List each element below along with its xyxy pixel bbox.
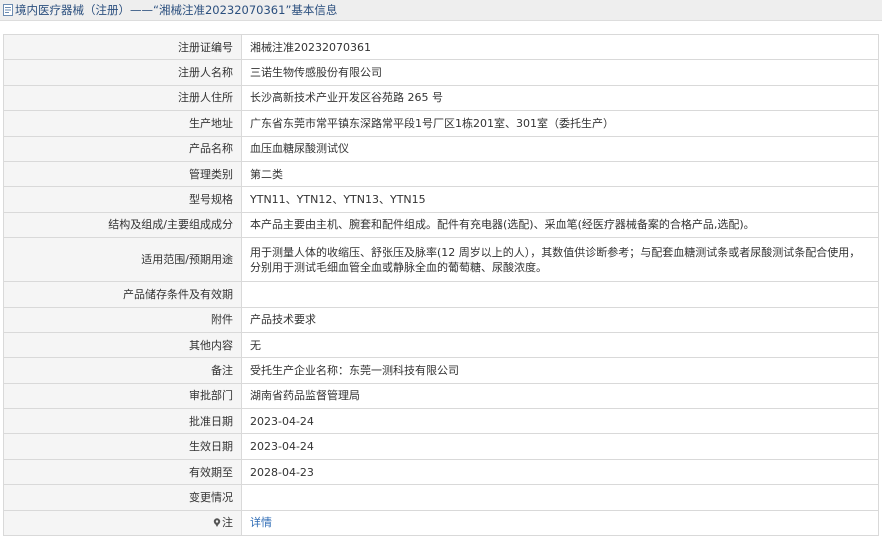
- row-value: [241, 484, 879, 511]
- row-label: 审批部门: [3, 382, 242, 410]
- table-row: 管理类别 第二类: [3, 160, 879, 188]
- table-row: 有效期至 2028-04-23: [3, 458, 879, 486]
- info-table: 注册证编号 湘械注准20232070361 注册人名称 三诺生物传感股份有限公司…: [3, 33, 879, 537]
- row-label: 其他内容: [3, 331, 242, 359]
- row-value: 本产品主要由主机、腕套和配件组成。配件有充电器(选配)、采血笔(经医疗器械备案的…: [241, 211, 879, 239]
- row-label: 管理类别: [3, 160, 242, 188]
- row-value: 2023-04-24: [241, 408, 879, 435]
- row-value: 无: [241, 331, 879, 359]
- table-row: 适用范围/预期用途 用于测量人体的收缩压、舒张压及脉率(12 周岁以上的人），其…: [3, 237, 879, 283]
- document-icon: [3, 4, 13, 16]
- table-row: 批准日期 2023-04-24: [3, 408, 879, 435]
- page-header: 境内医疗器械（注册）——“湘械注准20232070361”基本信息: [0, 0, 882, 21]
- row-label: 备注: [3, 357, 242, 384]
- row-value: 广东省东莞市常平镇东深路常平段1号厂区1栋201室、301室（委托生产）: [241, 110, 879, 137]
- row-label: 变更情况: [3, 484, 242, 511]
- row-value: 2023-04-24: [241, 433, 879, 460]
- table-row: 结构及组成/主要组成成分 本产品主要由主机、腕套和配件组成。配件有充电器(选配)…: [3, 211, 879, 239]
- table-row: 审批部门 湖南省药品监督管理局: [3, 382, 879, 410]
- note-label: 注: [222, 516, 233, 530]
- row-value: 长沙高新技术产业开发区谷苑路 265 号: [241, 84, 879, 112]
- table-row: 其他内容 无: [3, 331, 879, 359]
- page-title: 境内医疗器械（注册）——“湘械注准20232070361”基本信息: [15, 3, 338, 17]
- row-value: 第二类: [241, 160, 879, 188]
- row-label: 附件: [3, 306, 242, 333]
- row-value: 三诺生物传感股份有限公司: [241, 59, 879, 86]
- row-label: 注册证编号: [3, 33, 242, 61]
- row-value: 湖南省药品监督管理局: [241, 382, 879, 410]
- row-value: YTN11、YTN12、YTN13、YTN15: [241, 186, 879, 213]
- row-label: 适用范围/预期用途: [3, 237, 242, 283]
- table-row: 注册人名称 三诺生物传感股份有限公司: [3, 59, 879, 86]
- table-row: 产品名称 血压血糖尿酸测试仪: [3, 135, 879, 162]
- row-value: 2028-04-23: [241, 458, 879, 486]
- table-row: 注册证编号 湘械注准20232070361: [3, 33, 879, 61]
- row-label: 产品名称: [3, 135, 242, 162]
- row-label: 型号规格: [3, 186, 242, 213]
- row-value: 用于测量人体的收缩压、舒张压及脉率(12 周岁以上的人），其数值供诊断参考；与配…: [241, 237, 879, 283]
- row-value: 产品技术要求: [241, 306, 879, 333]
- row-label: 生效日期: [3, 433, 242, 460]
- table-row: 生产地址 广东省东莞市常平镇东深路常平段1号厂区1栋201室、301室（委托生产…: [3, 110, 879, 137]
- table-row: 产品储存条件及有效期: [3, 281, 879, 308]
- row-label: 注册人名称: [3, 59, 242, 86]
- row-value: 湘械注准20232070361: [241, 33, 879, 61]
- table-row: 备注 受托生产企业名称：东莞一测科技有限公司: [3, 357, 879, 384]
- note-value-cell: 详情: [241, 509, 879, 537]
- details-link[interactable]: 详情: [250, 516, 272, 529]
- table-row: 变更情况: [3, 484, 879, 511]
- row-value: [241, 281, 879, 308]
- row-label: 结构及组成/主要组成成分: [3, 211, 242, 239]
- row-label: 注册人住所: [3, 84, 242, 112]
- pin-icon: [213, 518, 221, 528]
- table-row: 附件 产品技术要求: [3, 306, 879, 333]
- note-row: 注 详情: [3, 509, 879, 537]
- table-row: 生效日期 2023-04-24: [3, 433, 879, 460]
- row-value: 受托生产企业名称：东莞一测科技有限公司: [241, 357, 879, 384]
- table-row: 注册人住所 长沙高新技术产业开发区谷苑路 265 号: [3, 84, 879, 112]
- table-row: 型号规格 YTN11、YTN12、YTN13、YTN15: [3, 186, 879, 213]
- row-label: 批准日期: [3, 408, 242, 435]
- row-value: 血压血糖尿酸测试仪: [241, 135, 879, 162]
- row-label: 产品储存条件及有效期: [3, 281, 242, 308]
- row-label: 有效期至: [3, 458, 242, 486]
- note-label-cell: 注: [3, 509, 242, 537]
- row-label: 生产地址: [3, 110, 242, 137]
